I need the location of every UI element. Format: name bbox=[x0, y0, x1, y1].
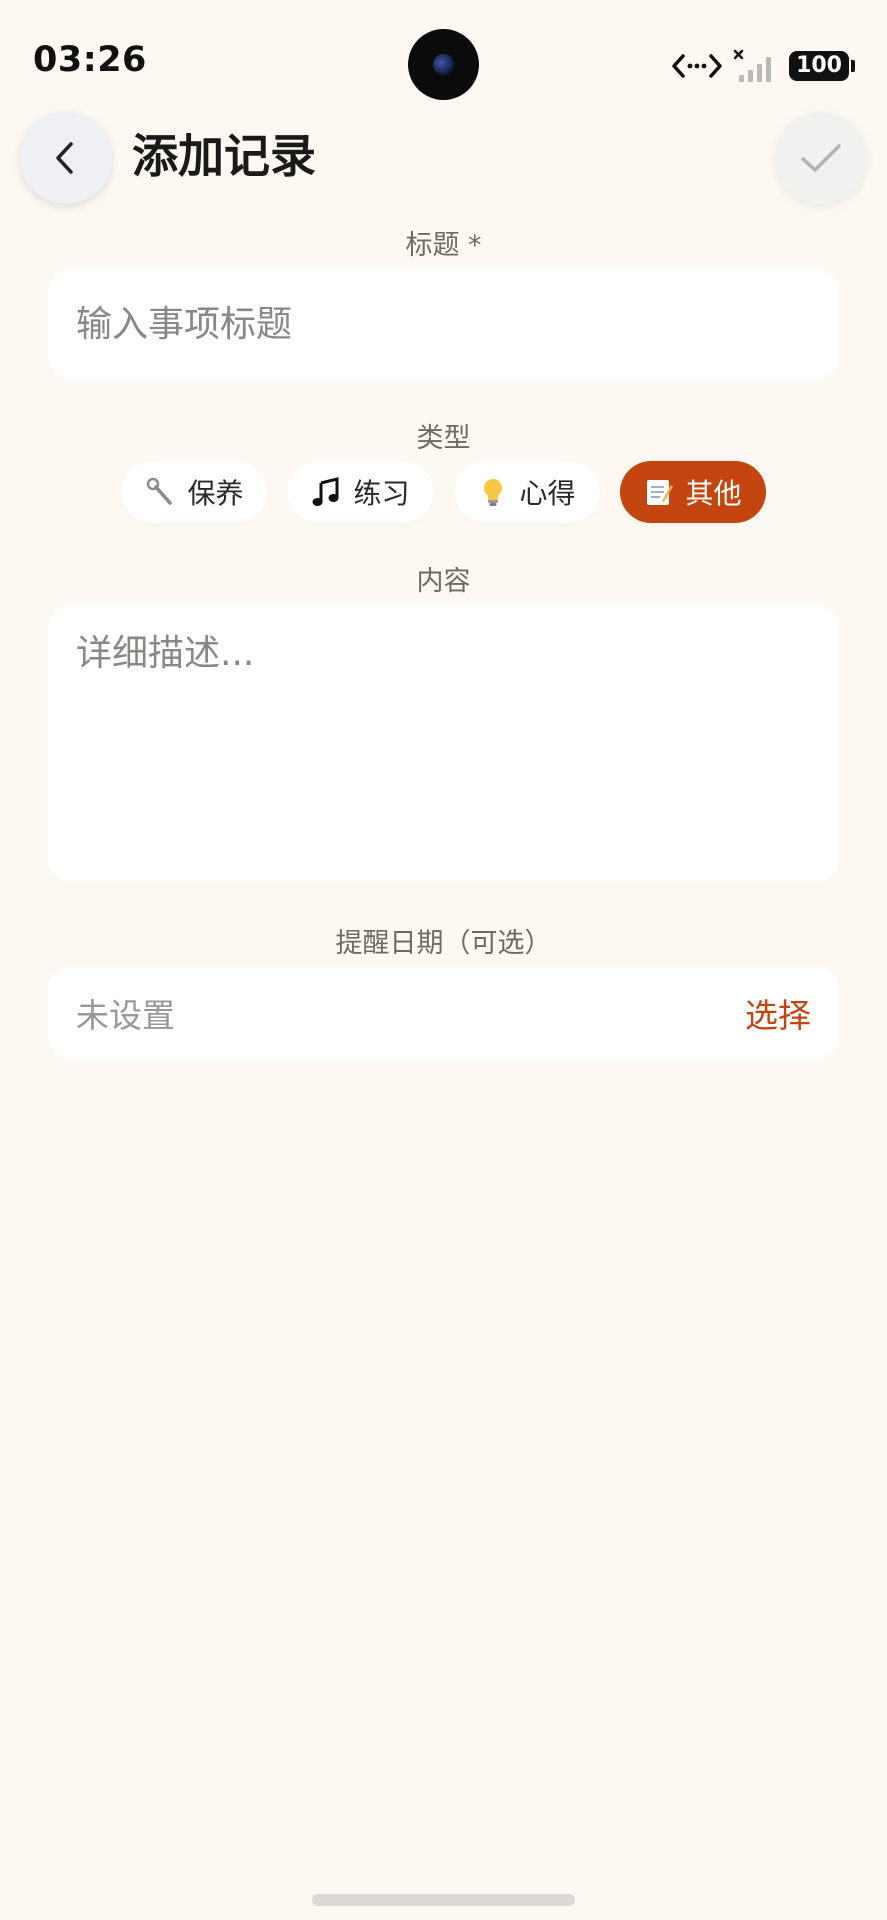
status-icons: 100 bbox=[671, 46, 855, 86]
type-label: 类型 bbox=[416, 423, 471, 454]
page-title: 添加记录 bbox=[132, 129, 316, 183]
memo-icon bbox=[644, 477, 674, 507]
battery-tip bbox=[851, 60, 855, 72]
battery-level: 100 bbox=[789, 51, 849, 81]
reminder-label: 提醒日期（可选） bbox=[335, 928, 552, 959]
type-chip-insight[interactable]: 心得 bbox=[453, 461, 600, 523]
content-label: 内容 bbox=[416, 566, 471, 597]
type-chip-other[interactable]: 其他 bbox=[619, 461, 766, 523]
type-chip-practice[interactable]: 练习 bbox=[287, 461, 434, 523]
reminder-date-row[interactable]: 未设置 选择 bbox=[48, 966, 839, 1060]
front-camera bbox=[408, 29, 479, 100]
content-textarea[interactable] bbox=[48, 604, 839, 882]
title-label: 标题 * bbox=[405, 230, 482, 261]
chevron-left-icon bbox=[56, 142, 73, 174]
status-bar: 03:26 100 bbox=[0, 0, 887, 110]
type-chip-label: 保养 bbox=[187, 477, 244, 510]
reminder-select-button[interactable]: 选择 bbox=[745, 989, 811, 1037]
type-chip-label: 练习 bbox=[353, 477, 410, 510]
status-time: 03:26 bbox=[33, 40, 147, 80]
type-chip-label: 其他 bbox=[685, 477, 742, 510]
reminder-value: 未设置 bbox=[76, 996, 175, 1035]
confirm-button[interactable] bbox=[775, 112, 867, 204]
battery-indicator: 100 bbox=[789, 51, 855, 81]
title-input[interactable] bbox=[48, 268, 839, 380]
home-indicator[interactable] bbox=[312, 1894, 575, 1906]
type-chip-maintenance[interactable]: 保养 bbox=[121, 461, 268, 523]
wrench-icon bbox=[145, 477, 175, 507]
title-input-card bbox=[48, 268, 839, 380]
data-transfer-icon bbox=[672, 54, 722, 78]
music-note-icon bbox=[311, 477, 341, 507]
lightbulb-icon bbox=[478, 477, 508, 507]
no-signal-icon bbox=[733, 49, 772, 82]
back-button[interactable] bbox=[20, 112, 112, 204]
checkmark-icon bbox=[801, 144, 841, 172]
type-selector: 保养 练习 心得 其他 bbox=[0, 461, 887, 523]
type-chip-label: 心得 bbox=[519, 477, 576, 510]
content-input-card bbox=[48, 604, 839, 882]
